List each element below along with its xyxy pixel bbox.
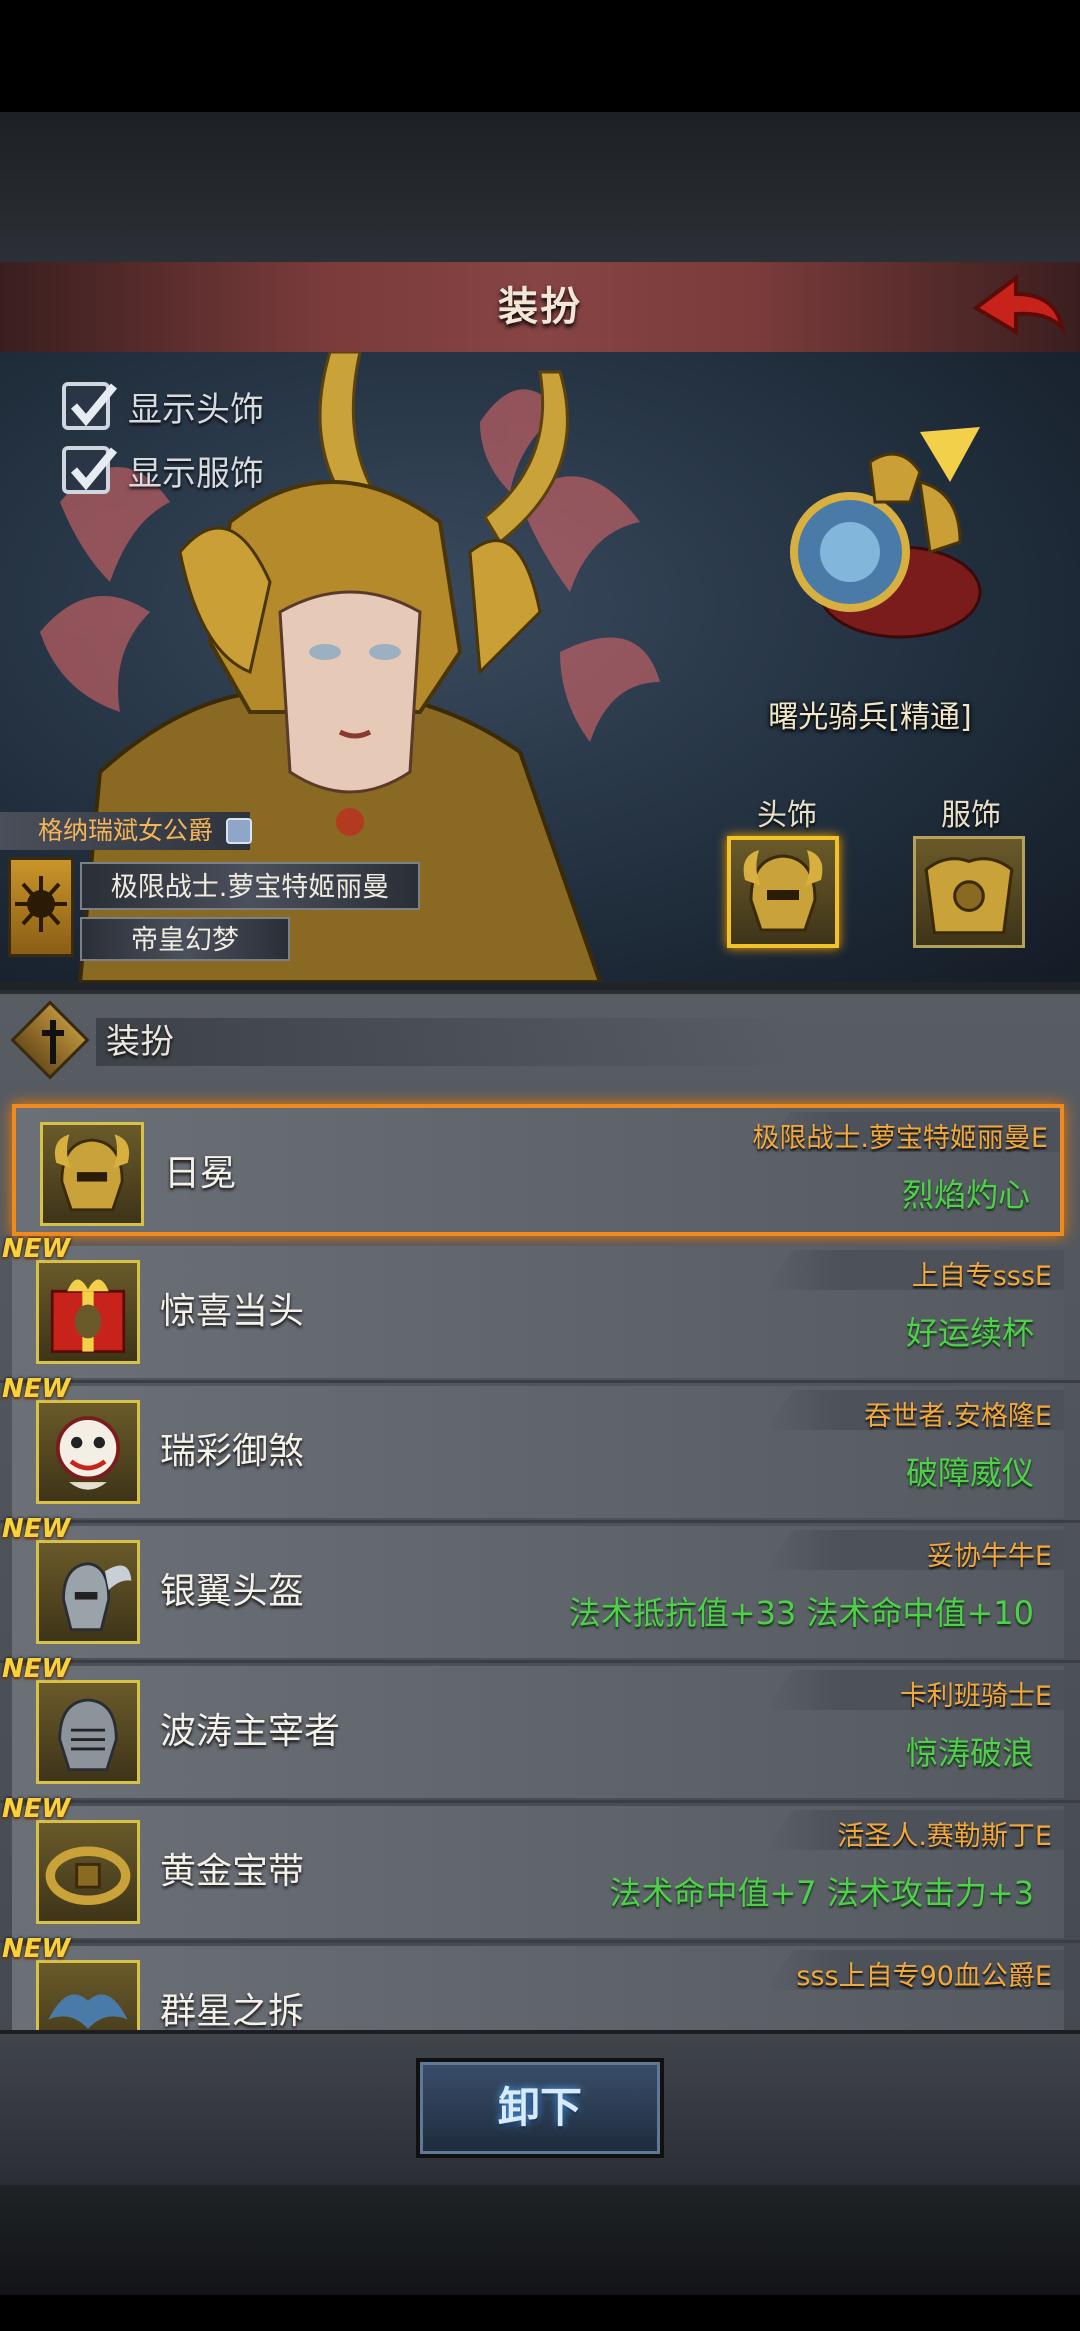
section-header: 装扮 xyxy=(10,1000,1066,1080)
top-background xyxy=(0,112,1080,262)
item-owner: 极限战士.萝宝特姬丽曼E xyxy=(752,1123,1048,1154)
item-name: 群星之拆 xyxy=(160,1991,305,2032)
list-item[interactable]: NEW 群星之拆 sss上自专90血公爵E xyxy=(2,1934,1064,2034)
list-item[interactable]: 日冕 极限战士.萝宝特姬丽曼E 烈焰灼心 xyxy=(12,1104,1064,1236)
mount-image[interactable] xyxy=(770,422,1000,652)
hero-subtitle: 帝皇幻梦 xyxy=(80,917,290,961)
item-owner: 妥协牛牛E xyxy=(926,1541,1052,1572)
item-attribute: 惊涛破浪 xyxy=(905,1734,1034,1772)
wing-icon xyxy=(36,1960,140,2034)
checkmark-icon xyxy=(70,447,118,491)
section-title: 装扮 xyxy=(106,1022,174,1062)
new-badge: NEW xyxy=(2,1934,71,1964)
item-owner: 活圣人.赛勒斯丁E xyxy=(837,1821,1052,1852)
item-name: 惊喜当头 xyxy=(160,1291,305,1332)
list-item[interactable]: NEW 银翼头盔 妥协牛牛E 法术抵抗值+33 法术命中值+10 xyxy=(2,1514,1064,1658)
item-name: 瑞彩御煞 xyxy=(160,1431,305,1472)
item-attribute: 法术命中值+7 法术攻击力+3 xyxy=(609,1874,1034,1912)
helmet-icon xyxy=(743,850,823,932)
lion-mask-icon xyxy=(36,1400,140,1504)
item-name: 波涛主宰者 xyxy=(160,1711,341,1752)
new-badge: NEW xyxy=(2,1794,71,1824)
armor-icon xyxy=(924,857,1014,935)
show-headwear-label: 显示头饰 xyxy=(128,389,264,430)
new-badge: NEW xyxy=(2,1374,71,1404)
list-item[interactable]: NEW 瑞彩御煞 吞世者.安格隆E 破障威仪 xyxy=(2,1374,1064,1518)
item-name: 银翼头盔 xyxy=(160,1571,305,1612)
item-owner: 卡利班骑士E xyxy=(899,1681,1052,1712)
status-bar-area xyxy=(0,0,1080,112)
new-badge: NEW xyxy=(2,1234,71,1264)
show-costume-toggle[interactable]: 显示服饰 xyxy=(62,444,264,496)
checkbox-costume[interactable] xyxy=(62,446,118,494)
hero-panel: 显示头饰 显示服饰 曙光骑兵[精通] 头饰 服饰 格纳瑞斌女公爵 极限战士.萝宝… xyxy=(0,352,1080,982)
list-item[interactable]: NEW 惊喜当头 上自专sssE 好运续杯 xyxy=(2,1234,1064,1378)
new-badge: NEW xyxy=(2,1654,71,1684)
list-item[interactable]: NEW 黄金宝带 活圣人.赛勒斯丁E 法术命中值+7 法术攻击力+3 xyxy=(2,1794,1064,1938)
mount-name: 曙光骑兵[精通] xyxy=(768,700,972,735)
faction-banner-icon xyxy=(8,857,74,957)
new-badge: NEW xyxy=(2,1514,71,1544)
headwear-slot[interactable] xyxy=(727,836,839,948)
checkbox-headwear[interactable] xyxy=(62,382,118,430)
show-headwear-toggle[interactable]: 显示头饰 xyxy=(62,380,264,432)
list-item[interactable]: NEW 波涛主宰者 卡利班骑士E 惊涛破浪 xyxy=(2,1654,1064,1798)
noble-title: 格纳瑞斌女公爵 xyxy=(0,812,250,850)
costume-slot[interactable] xyxy=(913,836,1025,948)
slot-costume-label: 服饰 xyxy=(941,798,1001,833)
page-title: 装扮 xyxy=(498,284,582,330)
winged-helmet-icon xyxy=(36,1540,140,1644)
checkmark-icon xyxy=(70,383,118,427)
item-attribute: 烈焰灼心 xyxy=(901,1176,1030,1214)
item-attribute: 好运续杯 xyxy=(905,1314,1034,1352)
cross-icon xyxy=(42,1020,64,1064)
item-owner: sss上自专90血公爵E xyxy=(796,1961,1052,1992)
navigation-bar-area xyxy=(0,2295,1080,2331)
gold-belt-icon xyxy=(36,1820,140,1924)
knight-helmet-icon xyxy=(36,1680,140,1784)
slot-headwear-label: 头饰 xyxy=(757,798,817,833)
item-name: 日冕 xyxy=(164,1153,237,1194)
item-attribute: 破障威仪 xyxy=(905,1454,1034,1492)
back-arrow-icon[interactable] xyxy=(968,270,1068,346)
crown-icon xyxy=(226,818,252,844)
helmet-icon xyxy=(40,1122,144,1226)
item-owner: 上自专sssE xyxy=(911,1261,1052,1292)
header-bar: 装扮 xyxy=(0,262,1080,355)
hero-name: 极限战士.萝宝特姬丽曼 xyxy=(80,862,420,910)
item-name: 黄金宝带 xyxy=(160,1851,305,1892)
gift-box-icon xyxy=(36,1260,140,1364)
costume-list-panel: 装扮 日冕 极限战士.萝宝特姬丽曼E 烈焰灼心 NEW 惊喜当头 上自专sssE… xyxy=(0,990,1080,2034)
item-owner: 吞世者.安格隆E xyxy=(864,1401,1052,1432)
show-costume-label: 显示服饰 xyxy=(128,453,264,494)
unequip-button[interactable]: 卸下 xyxy=(416,2058,664,2158)
item-attribute: 法术抵抗值+33 法术命中值+10 xyxy=(568,1594,1034,1632)
